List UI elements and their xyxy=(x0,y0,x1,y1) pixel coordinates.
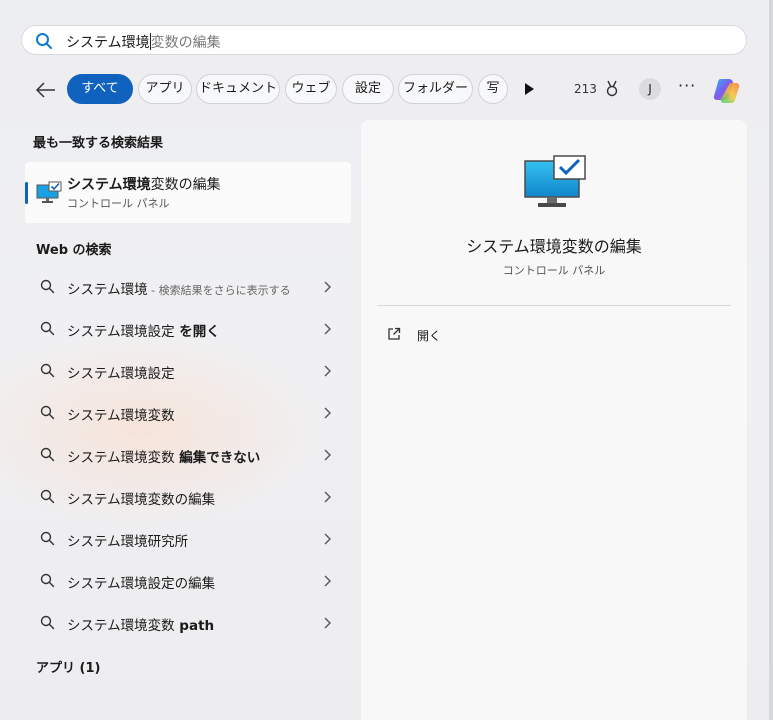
search-icon xyxy=(40,405,55,420)
system-properties-large-icon xyxy=(524,155,586,207)
web-search-item[interactable]: システム環境変数 xyxy=(25,393,351,433)
chevron-right-icon xyxy=(324,533,331,545)
web-search-item[interactable]: システム環境変数の編集 xyxy=(25,477,351,517)
chevron-right-icon xyxy=(324,491,331,503)
detail-title: システム環境変数の編集 xyxy=(466,237,642,256)
chevron-right-icon xyxy=(324,281,331,293)
window-edge xyxy=(769,0,773,720)
chevron-right-icon xyxy=(324,365,331,377)
search-icon xyxy=(40,321,55,336)
open-label: 開く xyxy=(417,329,442,343)
web-search-item[interactable]: システム環境変数 path xyxy=(25,603,351,643)
best-match-subtitle: コントロール パネル xyxy=(67,197,170,210)
tab-apps[interactable]: アプリ xyxy=(138,74,192,104)
web-search-item[interactable]: システム環境 - 検索結果をさらに表示する xyxy=(25,267,351,307)
rewards-points: 213 xyxy=(574,82,597,96)
web-search-item[interactable]: システム環境研究所 xyxy=(25,519,351,559)
best-match-heading: 最も一致する検索結果 xyxy=(33,136,164,151)
tab-all[interactable]: すべて xyxy=(67,74,133,104)
open-action[interactable]: 開く xyxy=(387,326,507,346)
search-input[interactable]: システム環境変数の編集 xyxy=(66,32,221,52)
more-options-icon[interactable]: ··· xyxy=(678,76,696,95)
search-icon xyxy=(40,573,55,588)
detail-subtitle: コントロール パネル xyxy=(502,264,606,277)
chevron-right-icon xyxy=(324,617,331,629)
detail-pane: システム環境変数の編集 コントロール パネル 開く xyxy=(361,120,747,720)
tab-documents[interactable]: ドキュメント xyxy=(196,74,280,104)
web-search-item[interactable]: システム環境設定の編集 xyxy=(25,561,351,601)
web-search-item[interactable]: システム環境変数 編集できない xyxy=(25,435,351,475)
search-icon xyxy=(36,33,52,49)
divider xyxy=(377,305,731,306)
tab-folders[interactable]: フォルダー xyxy=(398,74,473,104)
avatar[interactable]: J xyxy=(639,78,661,100)
search-icon xyxy=(40,279,55,294)
web-search-heading: Web の検索 xyxy=(36,243,112,258)
chevron-right-icon xyxy=(324,323,331,335)
search-icon xyxy=(40,447,55,462)
filter-bar: すべて アプリ ドキュメント ウェブ 設定 フォルダー 写 213 J ··· xyxy=(0,74,773,106)
search-icon xyxy=(40,363,55,378)
open-external-icon xyxy=(388,327,401,340)
tab-photos-truncated[interactable]: 写 xyxy=(478,74,508,104)
search-icon xyxy=(40,615,55,630)
web-search-item[interactable]: システム環境設定 xyxy=(25,351,351,391)
search-autocomplete-suggestion: 変数の編集 xyxy=(150,35,221,51)
apps-heading[interactable]: アプリ (1) xyxy=(36,657,100,676)
search-icon xyxy=(40,531,55,546)
rewards-medal-icon[interactable] xyxy=(604,80,620,98)
search-icon xyxy=(40,489,55,504)
chevron-right-icon xyxy=(324,575,331,587)
chevron-right-icon xyxy=(324,449,331,461)
system-properties-icon xyxy=(36,181,62,203)
tab-web[interactable]: ウェブ xyxy=(285,74,337,104)
search-box[interactable]: システム環境変数の編集 xyxy=(21,25,747,55)
search-typed-text: システム環境 xyxy=(66,35,150,51)
selection-indicator xyxy=(25,182,28,204)
best-match-result[interactable]: システム環境変数の編集 コントロール パネル xyxy=(25,162,351,223)
more-tabs-arrow-icon[interactable] xyxy=(523,82,535,96)
chevron-right-icon xyxy=(324,407,331,419)
best-match-name: システム環境変数の編集 xyxy=(67,177,221,193)
copilot-icon[interactable] xyxy=(711,74,743,106)
back-arrow-icon[interactable] xyxy=(34,80,58,100)
tab-settings[interactable]: 設定 xyxy=(342,74,394,104)
web-search-item[interactable]: システム環境設定 を開く xyxy=(25,309,351,349)
